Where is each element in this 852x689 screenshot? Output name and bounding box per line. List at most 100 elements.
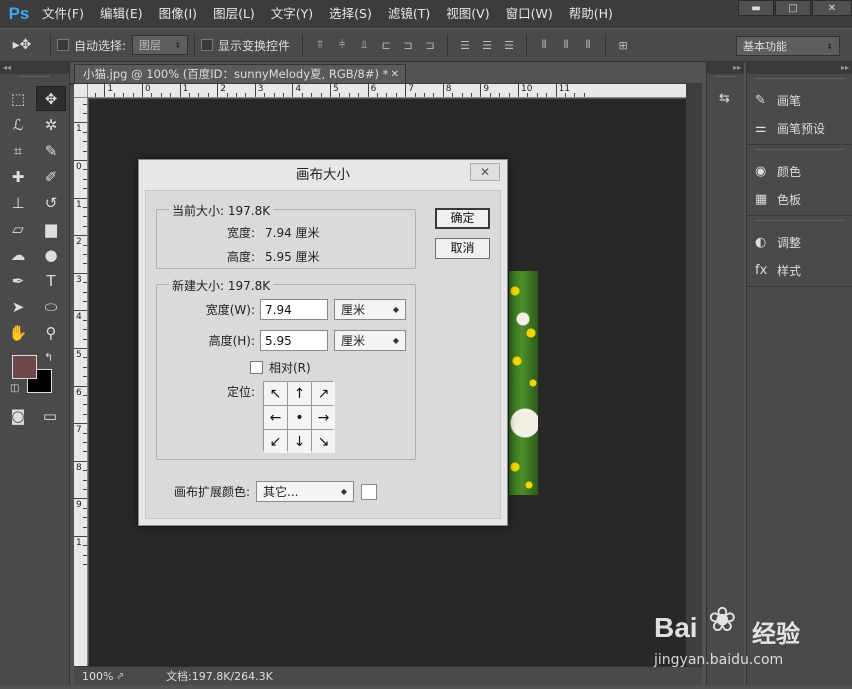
height-unit-select[interactable]: 厘米 ◆: [334, 330, 406, 351]
blur-tool-icon[interactable]: ☁: [3, 242, 33, 267]
anchor-arrow-icon[interactable]: ↙: [264, 430, 287, 453]
document-tab[interactable]: 小猫.jpg @ 100% (百度ID：sunnyMelody夏, RGB/8#…: [74, 64, 406, 84]
menu-image[interactable]: 图像(I): [151, 0, 205, 28]
show-transform-checkbox[interactable]: [201, 39, 214, 51]
anchor-arrow-icon[interactable]: ↗: [312, 382, 335, 405]
panel-button-styles[interactable]: fx 样式: [747, 256, 852, 284]
gradient-tool-icon[interactable]: ▆: [36, 216, 66, 241]
distribute-hcenter-icon[interactable]: ⦀: [556, 35, 576, 55]
eraser-tool-icon[interactable]: ▱: [3, 216, 33, 241]
ext-color-select[interactable]: 其它... ◆: [256, 481, 355, 502]
auto-select-dropdown[interactable]: 图层 ⬍: [132, 35, 189, 55]
menu-help[interactable]: 帮助(H): [561, 0, 621, 28]
panel-button-swatches[interactable]: ▦ 色板: [747, 185, 852, 213]
align-bottom-icon[interactable]: ⫫: [354, 35, 374, 55]
document-info[interactable]: 文档:197.8K/264.3K: [136, 668, 273, 684]
panel-button-brush[interactable]: ✎ 画笔: [747, 86, 852, 114]
workspace-dropdown[interactable]: 基本功能 ⬍: [736, 36, 840, 56]
path-select-icon[interactable]: ➤: [3, 294, 33, 319]
history-brush-icon[interactable]: ↺: [36, 190, 66, 215]
menu-view[interactable]: 视图(V): [438, 0, 497, 28]
zoom-tool-icon[interactable]: ⚲: [36, 320, 66, 345]
kitten-photo-canvas[interactable]: [509, 271, 538, 495]
vertical-scrollbar[interactable]: [686, 84, 702, 666]
menu-filter[interactable]: 滤镜(T): [380, 0, 438, 28]
panel-grip[interactable]: [755, 149, 844, 155]
anchor-arrow-icon[interactable]: →: [312, 406, 335, 429]
width-input[interactable]: [260, 299, 328, 320]
panel-button-adjustments[interactable]: ◐ 调整: [747, 228, 852, 256]
minimize-button[interactable]: ▬: [738, 0, 774, 16]
toolbar-grip[interactable]: [20, 76, 49, 82]
relative-checkbox[interactable]: [250, 361, 263, 374]
ext-color-swatch[interactable]: [361, 483, 378, 500]
relative-label[interactable]: 相对(R): [269, 359, 311, 376]
anchor-arrow-icon[interactable]: ←: [264, 406, 287, 429]
menu-file[interactable]: 文件(F): [34, 0, 92, 28]
hand-tool-icon[interactable]: ✋: [3, 320, 33, 345]
anchor-center[interactable]: •: [288, 406, 311, 429]
foreground-color-swatch[interactable]: [12, 355, 37, 379]
ruler-origin[interactable]: [74, 84, 88, 98]
auto-select-checkbox[interactable]: [57, 39, 69, 51]
collapse-toolbar-icon[interactable]: ◂◂: [0, 62, 69, 74]
anchor-arrow-icon[interactable]: ↘: [312, 430, 335, 453]
default-colors-icon[interactable]: ◫: [10, 383, 19, 394]
maximize-button[interactable]: □: [775, 0, 811, 16]
distribute-left-icon[interactable]: ⦀: [534, 35, 554, 55]
type-tool-icon[interactable]: T: [36, 268, 66, 293]
distribute-bottom-icon[interactable]: ☰: [499, 35, 519, 55]
move-tool-preset-icon[interactable]: ▸✥: [0, 37, 44, 53]
close-icon[interactable]: ✕: [391, 65, 399, 84]
screen-mode-icon[interactable]: ▭: [35, 403, 65, 428]
panel-grip[interactable]: [755, 220, 844, 226]
auto-align-icon[interactable]: ⊞: [613, 35, 633, 55]
collapse-panels-icon[interactable]: ▸▸: [707, 62, 744, 74]
crop-tool-icon[interactable]: ⌗: [3, 138, 33, 163]
panel-grip[interactable]: [755, 78, 844, 84]
distribute-vcenter-icon[interactable]: ☰: [477, 35, 497, 55]
anchor-arrow-icon[interactable]: ↓: [288, 430, 311, 453]
magic-wand-icon[interactable]: ✲: [36, 112, 66, 137]
ok-button[interactable]: 确定: [435, 208, 490, 229]
align-vcenter-icon[interactable]: ⫩: [332, 35, 352, 55]
align-right-icon[interactable]: ⊐: [420, 35, 440, 55]
clone-stamp-icon[interactable]: ⊥: [3, 190, 33, 215]
distribute-top-icon[interactable]: ☰: [455, 35, 475, 55]
brush-tool-icon[interactable]: ✐: [36, 164, 66, 189]
healing-brush-icon[interactable]: ✚: [3, 164, 33, 189]
width-unit-select[interactable]: 厘米 ◆: [334, 299, 406, 320]
zoom-level[interactable]: 100%: [74, 670, 116, 683]
ellipse-tool-icon[interactable]: ⬭: [36, 294, 66, 319]
swap-colors-icon[interactable]: ↰: [44, 351, 53, 364]
menu-type[interactable]: 文字(Y): [263, 0, 321, 28]
export-icon[interactable]: ⇗: [116, 671, 136, 682]
align-left-icon[interactable]: ⊏: [376, 35, 396, 55]
menu-edit[interactable]: 编辑(E): [92, 0, 151, 28]
anchor-arrow-icon[interactable]: ↖: [264, 382, 287, 405]
panel-button-brush-presets[interactable]: ⚌ 画笔预设: [747, 114, 852, 142]
vertical-ruler[interactable]: 2101234567891: [74, 98, 88, 666]
menu-select[interactable]: 选择(S): [321, 0, 380, 28]
collapse-dock-icon[interactable]: ▸▸: [747, 62, 852, 74]
align-top-icon[interactable]: ⫪: [310, 35, 330, 55]
anchor-arrow-icon[interactable]: ↑: [288, 382, 311, 405]
menu-layer[interactable]: 图层(L): [205, 0, 263, 28]
close-window-button[interactable]: ✕: [812, 0, 852, 16]
lasso-tool-icon[interactable]: ℒ: [3, 112, 33, 137]
quick-mask-icon[interactable]: ◙: [3, 403, 33, 428]
pen-tool-icon[interactable]: ✒: [3, 268, 33, 293]
eyedropper-icon[interactable]: ✎: [36, 138, 66, 163]
marquee-tool-icon[interactable]: ⬚: [3, 86, 33, 111]
panel-button-color[interactable]: ◉ 颜色: [747, 157, 852, 185]
dodge-tool-icon[interactable]: ●: [36, 242, 66, 267]
move-tool-icon[interactable]: ✥: [36, 86, 66, 111]
menu-window[interactable]: 窗口(W): [498, 0, 561, 28]
dialog-close-button[interactable]: ✕: [470, 163, 500, 181]
history-panel-button[interactable]: ⇆: [707, 84, 744, 112]
align-hcenter-icon[interactable]: ⊐: [398, 35, 418, 55]
distribute-right-icon[interactable]: ⦀: [578, 35, 598, 55]
panel-grip[interactable]: [715, 76, 736, 82]
horizontal-ruler[interactable]: 432101234567891011: [88, 84, 686, 98]
height-input[interactable]: [260, 330, 328, 351]
